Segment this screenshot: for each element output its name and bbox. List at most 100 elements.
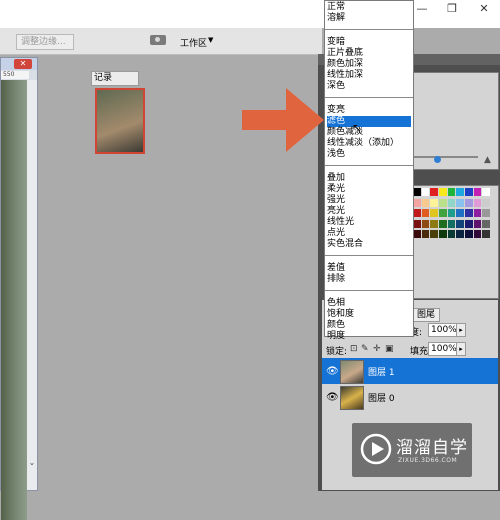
color-swatch[interactable] [447,209,456,218]
visibility-eye-icon[interactable]: 👁 [326,366,339,377]
color-swatch[interactable] [456,198,464,207]
blend-mode-option[interactable]: 颜色减淡 [327,127,411,138]
color-swatch[interactable] [456,230,464,239]
blend-mode-option[interactable]: 柔光 [327,184,411,195]
blend-mode-option[interactable]: 线性加深 [327,70,411,81]
layer-row[interactable]: 👁 图层 1 [322,358,498,384]
color-swatch[interactable] [473,230,482,239]
layer-name[interactable]: 图层 0 [368,391,395,404]
blend-mode-option[interactable]: 排除 [327,274,411,285]
scroll-down-icon[interactable]: ⌄ [27,458,37,468]
opacity-stepper[interactable]: ▸ [456,323,466,337]
blend-mode-option[interactable]: 线性光 [327,217,411,228]
color-swatch[interactable] [447,188,456,196]
blend-mode-option[interactable]: 深色 [327,81,411,92]
restore-button[interactable]: ❐ [440,1,464,17]
zoom-slider-knob[interactable] [434,156,441,163]
color-swatch[interactable] [421,219,430,228]
color-swatch[interactable] [438,230,447,239]
color-swatch[interactable] [421,188,430,196]
blend-mode-option[interactable]: 色相 [327,298,411,309]
tab-history[interactable]: 记录 [91,71,139,86]
blend-mode-option[interactable]: 明度 [327,331,411,342]
blend-mode-option[interactable]: 变亮 [327,105,411,116]
color-swatch[interactable] [473,219,482,228]
color-swatch[interactable] [447,198,456,207]
blend-mode-option[interactable]: 强光 [327,195,411,206]
zoom-slider[interactable] [413,156,478,158]
color-swatch[interactable] [438,209,447,218]
refine-edge-button[interactable]: 调整边缘... [16,34,74,50]
blend-mode-option[interactable]: 颜色 [327,320,411,331]
blend-mode-option[interactable]: 实色混合 [327,239,411,250]
color-swatch[interactable] [482,198,490,207]
document-close-button[interactable]: ✕ [14,59,32,69]
lock-move-icon[interactable]: ✛ [373,344,381,354]
color-swatch[interactable] [464,209,473,218]
fill-field[interactable]: 100% [428,342,458,356]
blend-mode-option[interactable]: 变暗 [327,37,411,48]
blend-mode-option[interactable]: 颜色加深 [327,59,411,70]
blend-mode-option[interactable]: 滤色 [327,116,411,127]
color-swatch[interactable] [464,188,473,196]
color-swatch[interactable] [464,230,473,239]
blend-mode-option[interactable]: 饱和度 [327,309,411,320]
layer-row[interactable]: 👁 图层 0 [322,384,498,410]
color-swatch[interactable] [447,219,456,228]
blend-mode-dropdown[interactable]: 正常 溶解 变暗 正片叠底 颜色加深 线性加深 深色 变亮 滤色 颜色减淡 线性减淡（添加） 浅色 叠加… [324,0,414,341]
color-swatch[interactable] [456,209,464,218]
mountain-icon[interactable]: ▲ [484,155,491,165]
color-swatch[interactable] [447,230,456,239]
blend-mode-option[interactable]: 叠加 [327,173,411,184]
blend-mode-option[interactable]: 正片叠底 [327,48,411,59]
tab-paths[interactable]: 图尾 [412,308,440,322]
vertical-scrollbar[interactable] [27,80,37,490]
color-swatch[interactable] [482,230,490,239]
color-swatch[interactable] [456,219,464,228]
color-swatch[interactable] [464,219,473,228]
color-swatch[interactable] [413,188,421,196]
blend-mode-option[interactable]: 点光 [327,228,411,239]
opacity-field[interactable]: 100% [428,323,458,337]
color-swatch[interactable] [430,219,438,228]
color-swatch[interactable] [438,219,447,228]
lock-transparent-icon[interactable]: ⊡ [350,344,358,354]
color-swatch[interactable] [413,198,421,207]
visibility-eye-icon[interactable]: 👁 [326,392,339,403]
color-swatch[interactable] [430,198,438,207]
layer-name[interactable]: 图层 1 [368,365,395,378]
color-swatch[interactable] [413,219,421,228]
color-swatch[interactable] [464,198,473,207]
color-swatch[interactable] [482,209,490,218]
blend-mode-option[interactable]: 差值 [327,263,411,274]
color-swatch[interactable] [473,188,482,196]
lock-brush-icon[interactable]: ✎ [361,344,369,354]
close-button[interactable]: ✕ [472,1,496,17]
lock-all-icon[interactable]: ▣ [385,344,394,354]
swatch-grid[interactable] [413,188,490,240]
camera-icon[interactable] [150,35,166,45]
color-swatch[interactable] [421,198,430,207]
blend-mode-option[interactable]: 线性减淡（添加） [327,138,411,149]
color-swatch[interactable] [473,209,482,218]
blend-mode-option[interactable]: 浅色 [327,149,411,160]
color-swatch[interactable] [430,230,438,239]
color-swatch[interactable] [482,219,490,228]
document-canvas[interactable] [1,80,27,520]
workspace-menu[interactable]: 工作区 [180,36,207,49]
blend-mode-option[interactable]: 亮光 [327,206,411,217]
blend-mode-option[interactable]: 溶解 [327,13,411,24]
color-swatch[interactable] [482,188,490,196]
color-swatch[interactable] [413,230,421,239]
chevron-down-icon[interactable]: ▼ [208,36,213,44]
color-swatch[interactable] [473,198,482,207]
color-swatch[interactable] [438,198,447,207]
history-snapshot-thumbnail[interactable] [95,88,145,154]
color-swatch[interactable] [456,188,464,196]
color-swatch[interactable] [430,209,438,218]
color-swatch[interactable] [421,230,430,239]
color-swatch[interactable] [413,209,421,218]
fill-stepper[interactable]: ▸ [456,342,466,356]
color-swatch[interactable] [438,188,447,196]
color-swatch[interactable] [430,188,438,196]
